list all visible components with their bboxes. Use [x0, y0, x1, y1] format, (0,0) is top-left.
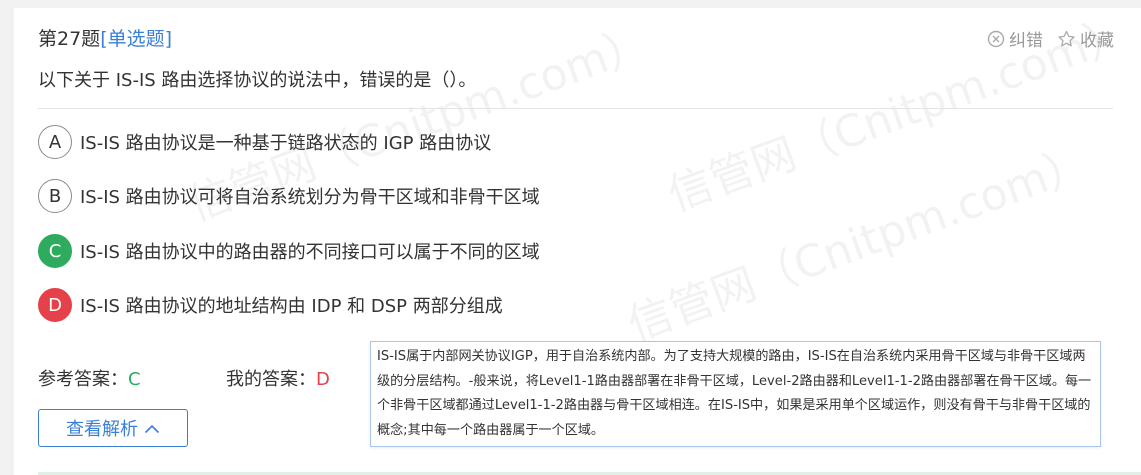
- divider: [38, 108, 1113, 109]
- option-c[interactable]: C IS-IS 路由协议中的路由器的不同接口可以属于不同的区域: [38, 234, 540, 268]
- favorite-label: 收藏: [1080, 31, 1114, 51]
- question-card: 信管网（Cnitpm.com） 信管网（Cnitpm.com） 信管网（Cnit…: [14, 8, 1141, 475]
- option-text: IS-IS 路由协议中的路由器的不同接口可以属于不同的区域: [80, 242, 540, 263]
- option-letter: B: [38, 179, 72, 213]
- question-text: 以下关于 IS-IS 路由选择协议的说法中，错误的是（）。: [38, 70, 477, 91]
- option-letter: C: [38, 234, 72, 268]
- option-letter: D: [38, 288, 72, 322]
- question-type: [单选题]: [100, 28, 173, 50]
- my-answer-value: D: [316, 369, 330, 390]
- question-header: 第27题[单选题]: [38, 24, 172, 51]
- close-circle-icon: [987, 30, 1005, 48]
- view-analysis-label: 查看解析: [66, 419, 138, 440]
- my-answer: 我的答案：D: [226, 365, 330, 391]
- my-answer-label: 我的答案：: [226, 369, 316, 390]
- option-a[interactable]: A IS-IS 路由协议是一种基于链路状态的 IGP 路由协议: [38, 125, 491, 159]
- reference-answer-value: C: [128, 369, 141, 390]
- question-number: 第27题: [38, 28, 101, 50]
- reference-answer: 参考答案：C: [38, 365, 226, 391]
- question-actions: 纠错 收藏: [987, 26, 1114, 51]
- watermark: 信管网（Cnitpm.com）: [621, 137, 1097, 352]
- answer-summary: 参考答案：C 我的答案：D: [38, 365, 330, 391]
- option-b[interactable]: B IS-IS 路由协议可将自治系统划分为骨干区域和非骨干区域: [38, 179, 540, 213]
- reference-answer-label: 参考答案：: [38, 369, 128, 390]
- option-d[interactable]: D IS-IS 路由协议的地址结构由 IDP 和 DSP 两部分组成: [38, 288, 503, 322]
- report-error-label: 纠错: [1009, 31, 1043, 51]
- option-text: IS-IS 路由协议可将自治系统划分为骨干区域和非骨干区域: [80, 187, 540, 208]
- chevron-up-icon: [144, 418, 160, 439]
- view-analysis-button[interactable]: 查看解析: [38, 409, 188, 447]
- favorite-button[interactable]: 收藏: [1057, 26, 1114, 51]
- option-text: IS-IS 路由协议的地址结构由 IDP 和 DSP 两部分组成: [80, 296, 503, 317]
- option-letter: A: [38, 125, 72, 159]
- report-error-button[interactable]: 纠错: [987, 26, 1043, 51]
- explanation-popup: IS-IS属于内部网关协议IGP，用于自治系统内部。为了支持大规模的路由，IS-…: [370, 341, 1101, 447]
- option-text: IS-IS 路由协议是一种基于链路状态的 IGP 路由协议: [80, 133, 492, 154]
- star-icon: [1057, 30, 1076, 48]
